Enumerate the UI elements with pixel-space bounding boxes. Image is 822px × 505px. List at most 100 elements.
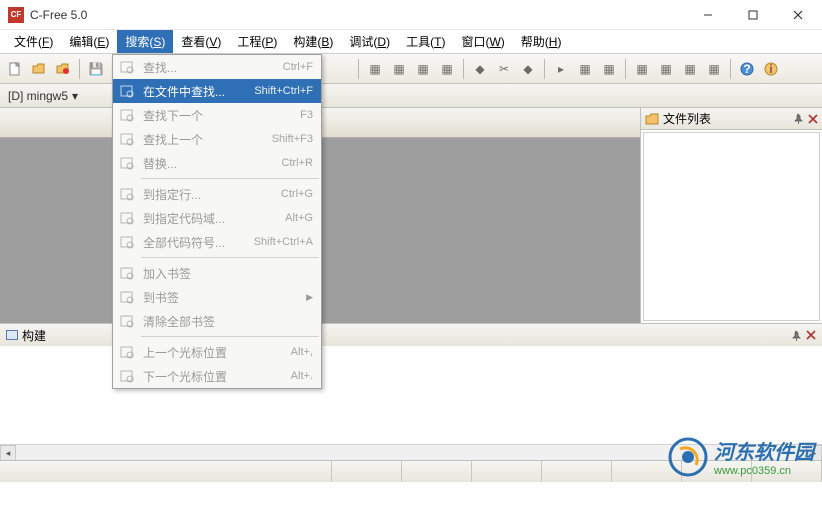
toolbar-icon[interactable]: ▦ <box>655 58 677 80</box>
toolbar-separator <box>79 59 80 79</box>
help-button[interactable]: ? <box>736 58 758 80</box>
scroll-left-arrow[interactable]: ◂ <box>0 445 16 460</box>
menu-v[interactable]: 查看(V) <box>173 30 229 53</box>
toolbar-icon[interactable]: ▦ <box>703 58 725 80</box>
toolbar-icon[interactable]: ▦ <box>388 58 410 80</box>
build-panel-icon <box>6 330 18 340</box>
file-list-title: 文件列表 <box>663 110 711 127</box>
menu-item-shortcut: Alt+. <box>291 370 313 382</box>
statusbar <box>0 460 822 482</box>
menu-item-label: 到指定代码域... <box>143 210 285 227</box>
menu-item-shortcut: Ctrl+F <box>283 61 313 73</box>
menu-separator <box>141 178 319 179</box>
menu-p[interactable]: 工程(P) <box>229 30 285 53</box>
menu-h[interactable]: 帮助(H) <box>513 30 570 53</box>
menu-item-label: 查找... <box>143 59 283 76</box>
menu-item-label: 在文件中查找... <box>143 83 254 100</box>
toolbar-icon[interactable]: ▦ <box>412 58 434 80</box>
scroll-right-arrow[interactable]: ▸ <box>806 445 822 460</box>
status-cell <box>402 461 472 482</box>
new-file-button[interactable] <box>4 58 26 80</box>
build-panel-title: 构建 <box>22 327 46 344</box>
maximize-button[interactable] <box>730 1 775 29</box>
menu-item-label: 加入书签 <box>143 265 313 282</box>
menu-item-shortcut: Alt+G <box>285 212 313 224</box>
open-project-button[interactable] <box>52 58 74 80</box>
minimize-button[interactable] <box>685 1 730 29</box>
menu-separator <box>141 257 319 258</box>
menu-item-shortcut: Ctrl+G <box>281 188 313 200</box>
svg-text:i: i <box>769 62 772 76</box>
toolbar-icon[interactable]: ▦ <box>598 58 620 80</box>
menu-item-label: 清除全部书签 <box>143 313 313 330</box>
scroll-track[interactable] <box>16 445 806 460</box>
toolbar-icon[interactable]: ◆ <box>469 58 491 80</box>
toolbar-icon[interactable]: ◆ <box>517 58 539 80</box>
open-file-button[interactable] <box>28 58 50 80</box>
horizontal-scrollbar[interactable]: ◂ ▸ <box>0 444 822 460</box>
toolbar-icon[interactable]: ▦ <box>631 58 653 80</box>
menu-item-cursor-next: 下一个光标位置Alt+. <box>113 364 321 388</box>
pin-icon[interactable] <box>791 330 802 341</box>
toolbar-icon[interactable]: ▦ <box>364 58 386 80</box>
close-button[interactable] <box>775 1 820 29</box>
menu-d[interactable]: 调试(D) <box>341 30 398 53</box>
goto-block-icon <box>117 209 137 227</box>
menu-s[interactable]: 搜索(S) <box>117 30 173 53</box>
save-button[interactable]: 💾 <box>85 58 107 80</box>
status-cell <box>332 461 402 482</box>
search-prev-icon <box>117 130 137 148</box>
menu-item-search-prev: 查找上一个Shift+F3 <box>113 127 321 151</box>
window-title: C-Free 5.0 <box>30 8 685 22</box>
menu-w[interactable]: 窗口(W) <box>453 30 512 53</box>
goto-line-icon <box>117 185 137 203</box>
status-cell <box>612 461 682 482</box>
toolbar-icon[interactable]: ▦ <box>436 58 458 80</box>
symbols-icon <box>117 233 137 251</box>
menu-item-shortcut: Shift+Ctrl+F <box>254 85 313 97</box>
menu-item-goto-block: 到指定代码域...Alt+G <box>113 206 321 230</box>
panel-close-icon[interactable] <box>806 330 816 340</box>
titlebar: CF C-Free 5.0 <box>0 0 822 30</box>
compiler-dropdown-icon[interactable]: ▾ <box>72 89 78 103</box>
menu-item-cursor-prev: 上一个光标位置Alt+, <box>113 340 321 364</box>
bookmark-go-icon <box>117 288 137 306</box>
svg-text:?: ? <box>743 62 750 76</box>
toolbar-icon[interactable]: ✂ <box>493 58 515 80</box>
cursor-prev-icon <box>117 343 137 361</box>
menu-item-bookmark-go: 到书签▶ <box>113 285 321 309</box>
menu-item-bookmark-add: 加入书签 <box>113 261 321 285</box>
submenu-arrow-icon: ▶ <box>306 292 313 303</box>
menu-e[interactable]: 编辑(E) <box>61 30 117 53</box>
menu-t[interactable]: 工具(T) <box>398 30 453 53</box>
info-button[interactable]: i <box>760 58 782 80</box>
menu-item-label: 到指定行... <box>143 186 281 203</box>
menu-item-label: 查找下一个 <box>143 107 300 124</box>
status-cell <box>542 461 612 482</box>
cursor-next-icon <box>117 367 137 385</box>
menu-item-symbols: 全部代码符号...Shift+Ctrl+A <box>113 230 321 254</box>
bookmark-clear-icon <box>117 312 137 330</box>
search-menu-dropdown: 查找...Ctrl+F在文件中查找...Shift+Ctrl+F查找下一个F3查… <box>112 54 322 389</box>
pin-icon[interactable] <box>793 113 804 124</box>
search-icon <box>117 58 137 76</box>
toolbar-icon[interactable]: ▸ <box>550 58 572 80</box>
menu-item-search-files[interactable]: 在文件中查找...Shift+Ctrl+F <box>113 79 321 103</box>
search-next-icon <box>117 106 137 124</box>
file-list-body <box>643 132 820 321</box>
menu-item-label: 全部代码符号... <box>143 234 254 251</box>
menu-item-label: 下一个光标位置 <box>143 368 291 385</box>
panel-close-icon[interactable] <box>808 114 818 124</box>
bookmark-add-icon <box>117 264 137 282</box>
compiler-label[interactable]: [D] mingw5 <box>8 89 68 103</box>
menu-item-replace: 替换...Ctrl+R <box>113 151 321 175</box>
toolbar-separator <box>730 59 731 79</box>
toolbar-separator <box>358 59 359 79</box>
toolbar-icon[interactable]: ▦ <box>679 58 701 80</box>
menu-b[interactable]: 构建(B) <box>285 30 341 53</box>
menu-f[interactable]: 文件(F) <box>6 30 61 53</box>
menu-separator <box>141 336 319 337</box>
toolbar-icon[interactable]: ▦ <box>574 58 596 80</box>
menu-item-shortcut: Alt+, <box>291 346 313 358</box>
replace-icon <box>117 154 137 172</box>
